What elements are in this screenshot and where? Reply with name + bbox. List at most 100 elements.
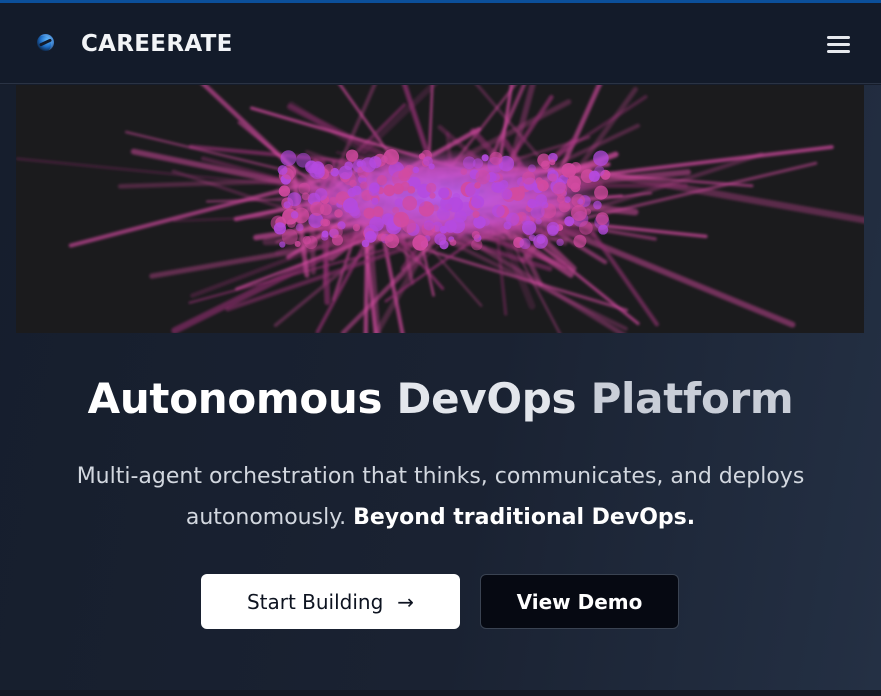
particle-dot	[535, 218, 542, 225]
particle-dot	[423, 220, 435, 231]
particle-dot	[290, 211, 299, 219]
particle-dot	[277, 165, 288, 176]
particle-dot	[505, 212, 520, 226]
particle-dot	[426, 182, 437, 193]
particle-dot	[548, 173, 557, 182]
particle-burst-graphic	[16, 85, 864, 333]
particle-dot	[444, 220, 457, 233]
hamburger-menu-icon[interactable]	[826, 33, 851, 55]
particle-dot	[314, 188, 328, 201]
particle-dot	[407, 185, 416, 194]
title-part-devops: DevOps	[396, 374, 591, 423]
particle-dot	[527, 198, 537, 209]
particle-dot	[342, 198, 358, 214]
particle-dot	[564, 196, 571, 203]
particle-dot	[588, 170, 600, 182]
title-part-autonomous: Autonomous	[87, 374, 397, 423]
particle-dot	[472, 210, 480, 218]
particle-dot	[449, 239, 457, 246]
particle-dot	[376, 174, 388, 186]
particle-dot	[372, 206, 384, 217]
particle-dot	[398, 169, 411, 182]
particle-dot	[475, 169, 491, 185]
particle-dot	[471, 239, 483, 251]
particle-dot	[462, 156, 476, 170]
arrow-right-icon: →	[397, 589, 415, 614]
particle-dot	[352, 223, 361, 232]
particle-dot	[434, 233, 447, 246]
particle-dot	[501, 188, 513, 200]
start-building-button[interactable]: Start Building →	[201, 574, 460, 629]
particle-dot	[499, 179, 509, 190]
particle-dot	[460, 168, 468, 175]
particle-dot	[298, 182, 311, 195]
hero-subtitle: Multi-agent orchestration that thinks, c…	[60, 456, 821, 538]
menu-bar	[827, 50, 850, 53]
particle-dot	[594, 185, 609, 200]
particle-dot	[302, 236, 312, 245]
particle-dot	[489, 151, 503, 165]
particle-dot	[491, 204, 505, 218]
particle-dot	[537, 179, 549, 192]
particle-dot	[521, 171, 536, 185]
page-title: Autonomous DevOps Platform	[0, 374, 881, 423]
particle-dot	[438, 187, 450, 199]
particle-dot	[364, 230, 377, 243]
particle-dot	[528, 164, 536, 173]
brand-name[interactable]: CAREERATE	[81, 31, 233, 57]
particle-dot	[371, 197, 379, 205]
particle-dot	[593, 150, 609, 167]
particle-dot	[273, 222, 287, 235]
particle-dot	[521, 220, 537, 235]
particle-dot	[473, 216, 486, 229]
particle-dot	[573, 234, 587, 248]
view-demo-button[interactable]: View Demo	[480, 574, 679, 629]
particle-dot	[310, 201, 325, 216]
particle-dot	[412, 235, 428, 251]
particle-dot	[286, 218, 296, 228]
particle-dot	[595, 212, 609, 226]
particle-dot	[334, 209, 343, 218]
particle-dot	[577, 198, 584, 205]
particle-dot	[331, 234, 344, 246]
particle-dot	[454, 210, 467, 223]
particle-dot	[369, 182, 380, 194]
particle-dot	[278, 185, 291, 197]
particle-dot	[452, 193, 461, 201]
particle-dot	[471, 230, 480, 240]
particle-dot	[429, 192, 436, 199]
particle-dot	[491, 173, 500, 182]
particle-dot	[383, 149, 400, 165]
particle-dot	[481, 154, 489, 162]
particle-dot	[552, 182, 568, 197]
particle-dot	[402, 195, 418, 211]
particle-dot	[321, 233, 329, 241]
particle-dot	[579, 221, 593, 235]
particle-dot	[519, 238, 531, 250]
particle-dot	[393, 211, 410, 228]
menu-bar	[827, 43, 850, 46]
particle-dot	[295, 223, 304, 232]
particle-dot	[280, 150, 297, 167]
particle-dot	[379, 233, 388, 242]
particle-dot	[347, 187, 357, 197]
particle-dot	[329, 196, 338, 206]
particle-dot	[369, 156, 382, 169]
particle-dot	[412, 166, 420, 174]
subtitle-bold-text: Beyond traditional DevOps.	[353, 505, 696, 530]
start-building-label: Start Building	[246, 589, 384, 614]
title-part-platform: Platform	[590, 374, 794, 423]
particle-dot	[394, 198, 404, 207]
particle-dot	[416, 199, 425, 207]
hero-image	[16, 85, 864, 333]
particle-dot	[392, 183, 404, 195]
particle-dot	[564, 216, 575, 227]
particle-dot	[541, 201, 549, 209]
globe-logo-icon[interactable]	[37, 34, 54, 51]
particle-dot	[593, 200, 602, 210]
particle-dot	[360, 181, 368, 189]
particle-dot	[546, 221, 560, 235]
particle-dot	[561, 162, 577, 178]
particle-dot	[287, 192, 302, 207]
particle-dot	[598, 224, 609, 235]
